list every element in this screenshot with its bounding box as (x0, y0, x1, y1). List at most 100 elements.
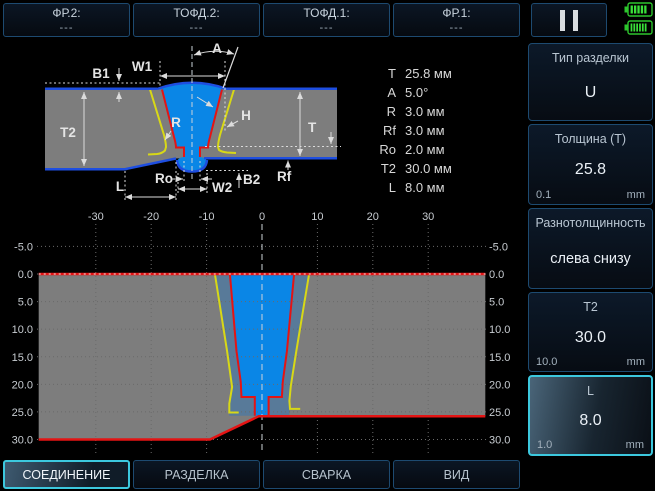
param-row: T2 30.0 мм (366, 159, 516, 178)
param-value: 3.0 мм (405, 123, 445, 138)
param-value: 5.0° (405, 85, 428, 100)
param-value: 25.8 мм (405, 66, 452, 81)
svg-text:-5.0: -5.0 (489, 241, 508, 253)
channel-box-tofd1[interactable]: ТОФД.1: --- (263, 3, 390, 37)
panel-value: U (585, 65, 597, 120)
param-key: T2 (366, 161, 396, 176)
svg-text:25.0: 25.0 (12, 407, 33, 419)
svg-text:10.0: 10.0 (12, 324, 33, 336)
tab-razdelka[interactable]: РАЗДЕЛКА (133, 460, 260, 489)
pause-button[interactable] (531, 3, 607, 37)
panel-unit: mm (627, 356, 645, 368)
svg-text:T: T (308, 120, 317, 135)
param-row: A 5.0° (366, 83, 516, 102)
svg-text:R: R (171, 115, 181, 130)
panel-title: Разнотолщинность (535, 216, 645, 230)
channel-value: --- (60, 22, 74, 34)
svg-text:10: 10 (311, 211, 323, 223)
svg-text:20: 20 (367, 211, 379, 223)
panel-title: Т2 (583, 300, 598, 314)
svg-text:0.0: 0.0 (489, 269, 504, 281)
svg-text:H: H (241, 108, 251, 123)
svg-text:15.0: 15.0 (12, 352, 33, 364)
svg-text:30: 30 (422, 211, 434, 223)
param-row: T 25.8 мм (366, 64, 516, 83)
param-value: 3.0 мм (405, 104, 445, 119)
svg-text:B1: B1 (92, 66, 110, 81)
battery-icon (624, 20, 653, 35)
svg-text:-5.0: -5.0 (14, 241, 33, 253)
svg-text:-10: -10 (199, 211, 215, 223)
panel-title: L (587, 384, 594, 398)
panel-title: Толщина (Т) (555, 132, 626, 146)
battery-icon (624, 2, 653, 17)
panel-title: Тип разделки (552, 51, 629, 65)
panel-step: 0.1 (536, 189, 551, 201)
parameter-list: T 25.8 мм A 5.0° R 3.0 мм Rf 3.0 мм Ro 2.0 мм… (366, 64, 516, 197)
param-row: Ro 2.0 мм (366, 140, 516, 159)
svg-text:0.0: 0.0 (18, 269, 33, 281)
param-key: T (366, 66, 396, 81)
tab-soedinenie[interactable]: СОЕДИНЕНИЕ (3, 460, 130, 489)
param-row: Rf 3.0 мм (366, 121, 516, 140)
svg-text:A: A (212, 41, 222, 56)
panel-bottom-row: 10.0 mm (536, 356, 645, 368)
param-key: Ro (366, 142, 396, 157)
tab-svarka[interactable]: СВАРКА (263, 460, 390, 489)
tab-vid[interactable]: ВИД (393, 460, 520, 489)
param-key: R (366, 104, 396, 119)
param-key: A (366, 85, 396, 100)
panel-step: 10.0 (536, 356, 557, 368)
svg-text:5.0: 5.0 (489, 297, 504, 309)
svg-text:20.0: 20.0 (12, 379, 33, 391)
panel-bottom-row: 1.0 mm (537, 439, 644, 451)
pause-icon (573, 10, 578, 31)
channel-box-fr1[interactable]: ФР.1: --- (393, 3, 520, 37)
channel-box-tofd2[interactable]: ТОФД.2: --- (133, 3, 260, 37)
svg-text:30.0: 30.0 (12, 435, 33, 447)
param-key: L (366, 180, 396, 195)
param-value: 8.0 мм (405, 180, 445, 195)
svg-text:T2: T2 (60, 125, 76, 140)
panel-value: слева снизу (550, 230, 631, 288)
panel-t2[interactable]: Т2 30.0 10.0 mm (528, 292, 653, 372)
panel-value: 8.0 (579, 398, 601, 444)
param-value: 30.0 мм (405, 161, 452, 176)
panel-l[interactable]: L 8.0 1.0 mm (528, 375, 653, 456)
panel-thickness-difference[interactable]: Разнотолщинность слева снизу (528, 208, 653, 289)
channel-label: ТОФД.1: (303, 6, 349, 20)
panel-unit: mm (627, 189, 645, 201)
param-row: L 8.0 мм (366, 178, 516, 197)
svg-text:-30: -30 (88, 211, 104, 223)
panel-unit: mm (626, 439, 644, 451)
svg-text:B2: B2 (243, 172, 260, 187)
panel-value: 30.0 (575, 314, 606, 361)
channel-value: --- (450, 22, 464, 34)
svg-text:L: L (116, 179, 124, 194)
device-screen: ФР.2: --- ТОФД.2: --- ТОФД.1: --- ФР.1: … (0, 0, 655, 491)
channel-label: ТОФД.2: (173, 6, 219, 20)
svg-text:Ro: Ro (155, 171, 173, 186)
panel-bottom-row: 0.1 mm (536, 189, 645, 201)
panel-value: 25.8 (575, 146, 606, 194)
channel-label: ФР.1: (442, 6, 470, 20)
channel-label: ФР.2: (52, 6, 80, 20)
panel-step: 1.0 (537, 439, 552, 451)
svg-text:20.0: 20.0 (489, 379, 510, 391)
svg-text:W2: W2 (212, 180, 232, 195)
pause-icon (560, 10, 565, 31)
svg-text:-20: -20 (143, 211, 159, 223)
svg-text:30.0: 30.0 (489, 435, 510, 447)
svg-text:W1: W1 (132, 59, 153, 74)
svg-text:10.0: 10.0 (489, 324, 510, 336)
channel-value: --- (190, 22, 204, 34)
svg-text:5.0: 5.0 (18, 297, 33, 309)
param-value: 2.0 мм (405, 142, 445, 157)
channel-value: --- (320, 22, 334, 34)
svg-text:25.0: 25.0 (489, 407, 510, 419)
channel-box-fr2[interactable]: ФР.2: --- (3, 3, 130, 37)
param-key: Rf (366, 123, 396, 138)
param-row: R 3.0 мм (366, 102, 516, 121)
panel-groove-type[interactable]: Тип разделки U (528, 43, 653, 121)
panel-thickness[interactable]: Толщина (Т) 25.8 0.1 mm (528, 124, 653, 205)
